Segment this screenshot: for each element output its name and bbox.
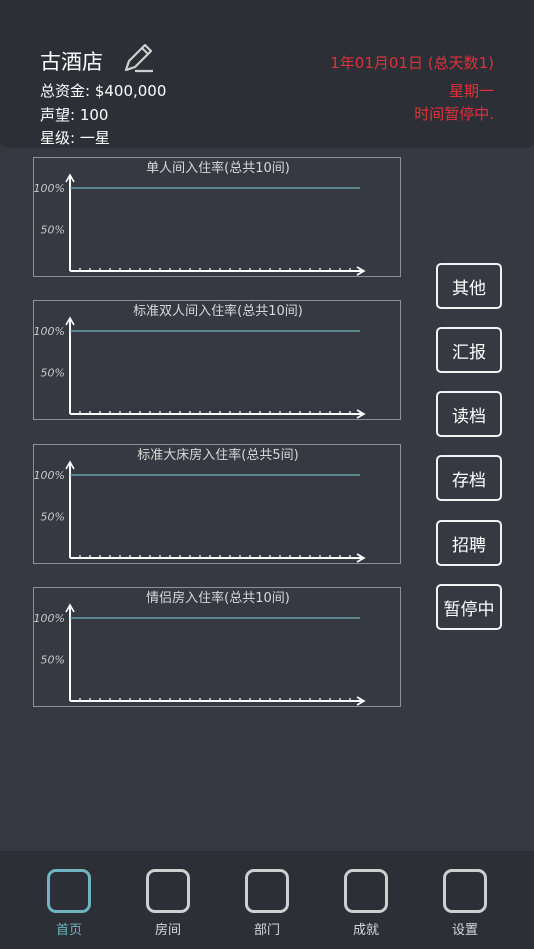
chart-svg: 标准大床房入住率(总共5间) 100% 50% (1,0) 10 20 30(天): [34, 447, 377, 563]
other-button[interactable]: 其他: [436, 263, 502, 309]
x-tick-label: (1,0): [57, 418, 83, 419]
y-tick-label: 100%: [34, 325, 65, 338]
reputation: 声望: 100: [40, 106, 109, 124]
nav-item-home[interactable]: 首页: [39, 869, 99, 938]
y-tick-label: 100%: [34, 469, 65, 482]
y-tick-label: 50%: [41, 367, 65, 380]
chart-svg: 情侣房入住率(总共10间) 100% 50% (1,0) 10 20 30(天): [34, 590, 377, 706]
rooms-tab-icon: [146, 869, 190, 913]
x-tick-label: (1,0): [57, 562, 83, 563]
hotel-name: 古酒店: [40, 50, 103, 74]
y-tick-label: 100%: [34, 612, 65, 625]
pause-button[interactable]: 暂停中: [436, 584, 502, 630]
occupancy-chart-3: 标准大床房入住率(总共5间) 100% 50% (1,0) 10 20 30(天): [33, 444, 401, 564]
occupancy-chart-1: 单人间入住率(总共10间) 100% 50% (1,0) 10 20 30(天): [33, 157, 401, 277]
weekday: 星期一: [448, 82, 494, 100]
x-tick-label: 20: [253, 705, 267, 706]
bottom-nav: 首页 房间 部门 成就 设置: [0, 851, 534, 949]
load-button[interactable]: 读档: [436, 391, 502, 437]
time-status: 时间暂停中.: [414, 105, 494, 123]
x-tick-label: 30(天): [343, 418, 377, 419]
nav-label: 部门: [253, 923, 280, 938]
nav-item-settings[interactable]: 设置: [435, 869, 495, 938]
settings-tab-icon: [443, 869, 487, 913]
x-tick-label: 10: [153, 705, 167, 706]
x-tick-label: 20: [253, 275, 267, 276]
x-tick-label: (1,0): [57, 705, 83, 706]
report-button[interactable]: 汇报: [436, 327, 502, 373]
x-tick-label: 10: [153, 418, 167, 419]
chart-title: 标准大床房入住率(总共5间): [137, 447, 298, 463]
nav-item-rooms[interactable]: 房间: [138, 869, 198, 938]
nav-item-achievements[interactable]: 成就: [336, 869, 396, 938]
nav-item-departments[interactable]: 部门: [237, 869, 297, 938]
nav-label: 房间: [154, 923, 181, 938]
y-tick-label: 100%: [34, 182, 65, 195]
chart-svg: 标准双人间入住率(总共10间) 100% 50% (1,0) 10 20 30(天): [34, 303, 377, 419]
star-rating: 星级: 一星: [40, 129, 110, 147]
nav-label: 成就: [352, 923, 379, 938]
nav-label: 设置: [451, 923, 478, 938]
header-panel: 古酒店 总资金: $400,000 声望: 100 星级: 一星 1年01月01…: [0, 0, 534, 148]
chart-title: 情侣房入住率(总共10间): [146, 590, 290, 606]
save-button[interactable]: 存档: [436, 455, 502, 501]
occupancy-chart-4: 情侣房入住率(总共10间) 100% 50% (1,0) 10 20 30(天): [33, 587, 401, 707]
x-tick-label: (1,0): [57, 275, 83, 276]
y-tick-label: 50%: [41, 511, 65, 524]
occupancy-chart-2: 标准双人间入住率(总共10间) 100% 50% (1,0) 10 20 30(天): [33, 300, 401, 420]
x-tick-label: 10: [153, 275, 167, 276]
total-funds: 总资金: $400,000: [40, 82, 167, 100]
nav-label: 首页: [55, 923, 82, 938]
achievements-tab-icon: [344, 869, 388, 913]
chart-title: 单人间入住率(总共10间): [146, 160, 290, 176]
home-tab-icon: [47, 869, 91, 913]
recruit-button[interactable]: 招聘: [436, 520, 502, 566]
y-tick-label: 50%: [41, 654, 65, 667]
game-date: 1年01月01日 (总天数1): [330, 54, 494, 72]
y-tick-label: 50%: [41, 224, 65, 237]
chart-title: 标准双人间入住率(总共10间): [133, 303, 303, 319]
x-tick-label: 30(天): [343, 705, 377, 706]
x-tick-label: 10: [153, 562, 167, 563]
x-tick-label: 30(天): [343, 562, 377, 563]
edit-pencil-icon[interactable]: [120, 40, 156, 76]
x-tick-label: 30(天): [343, 275, 377, 276]
x-tick-label: 20: [253, 562, 267, 563]
chart-svg: 单人间入住率(总共10间) 100% 50% (1,0) 10 20 30(天): [34, 160, 377, 276]
departments-tab-icon: [245, 869, 289, 913]
x-tick-label: 20: [253, 418, 267, 419]
